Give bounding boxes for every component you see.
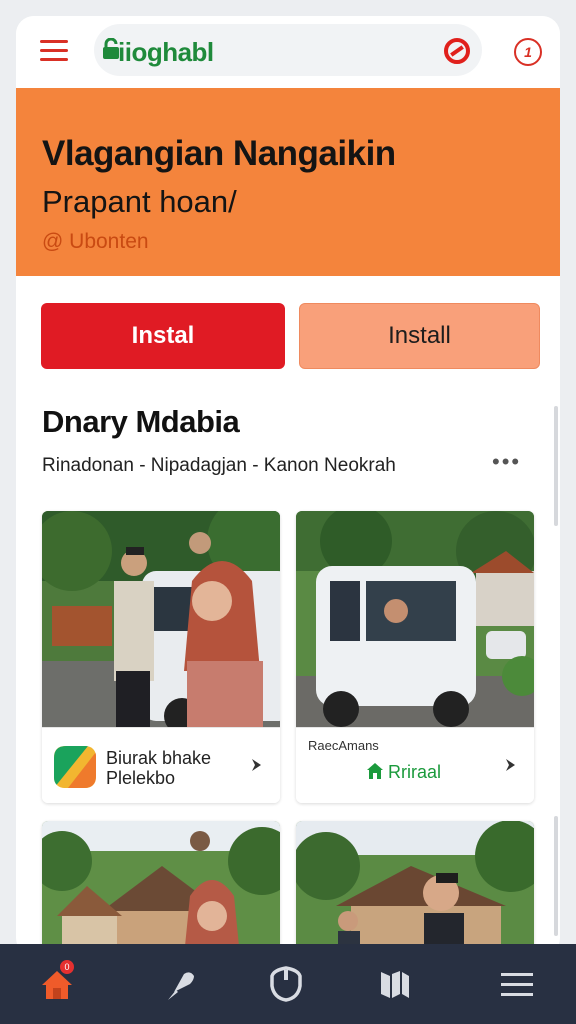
no-entry-icon[interactable] [444,38,470,64]
chevron-right-icon[interactable] [250,758,262,772]
nav-shield[interactable] [266,962,310,1006]
map-icon [381,971,409,998]
nav-pin[interactable] [160,962,204,1006]
tile-caption: RaecAmans Rriraal [296,727,534,803]
nav-menu[interactable] [498,962,542,1006]
hero-banner: Vlagangian Nangaikin Prapant hoan/ @ Ubo… [16,88,560,276]
tile-photo [296,511,534,727]
bottom-nav: 0 [0,944,576,1024]
brand-name: iioghabl [118,37,214,67]
nav-map[interactable] [374,962,418,1006]
section-title: Dnary Mdabia [42,404,240,439]
top-bar: iioghabl 1 [16,16,560,88]
hero-title: Vlagangian Nangaikin [42,134,396,173]
notification-badge: 0 [58,958,76,976]
media-tile[interactable] [296,821,534,956]
media-tile[interactable]: Biurak bhake Plelekbo [42,511,280,803]
scrollbar-lower[interactable] [554,816,558,936]
nav-home[interactable]: 0 [40,958,84,1006]
tile-photo [296,821,534,956]
menu-icon [501,973,533,996]
tile-photo [42,821,280,956]
install-secondary-button[interactable]: Install [299,303,540,369]
clock-icon[interactable]: 1 [514,38,542,66]
hero-author[interactable]: @ Ubonten [42,230,149,254]
tile-photo [42,511,280,727]
install-primary-button[interactable]: Instal [41,303,285,369]
tile-caption: Biurak bhake Plelekbo [42,727,280,803]
more-horizontal-icon[interactable]: ••• [492,451,522,473]
section-subtitle: Rinadonan - Nipadagjan - Kanon Neokrah [42,455,396,476]
app-badge-icon [54,746,96,788]
scrollbar[interactable] [554,406,558,526]
shield-icon [270,966,302,1002]
tile-title: RaecAmans [308,738,379,753]
pin-icon [168,972,194,1000]
media-tile[interactable]: RaecAmans Rriraal [296,511,534,803]
hero-subtitle: Prapant hoan/ [42,184,237,219]
home-green-icon [367,763,383,779]
chevron-right-icon[interactable] [504,758,516,772]
brand-pill[interactable]: iioghabl [94,24,482,76]
tile-link[interactable]: Rriraal [388,762,441,783]
menu-icon[interactable] [40,40,68,62]
main-card: iioghabl 1 Vlagangian Nangaikin Prapant … [16,16,560,956]
media-tile[interactable] [42,821,280,956]
tile-title: Biurak bhake Plelekbo [106,748,212,788]
